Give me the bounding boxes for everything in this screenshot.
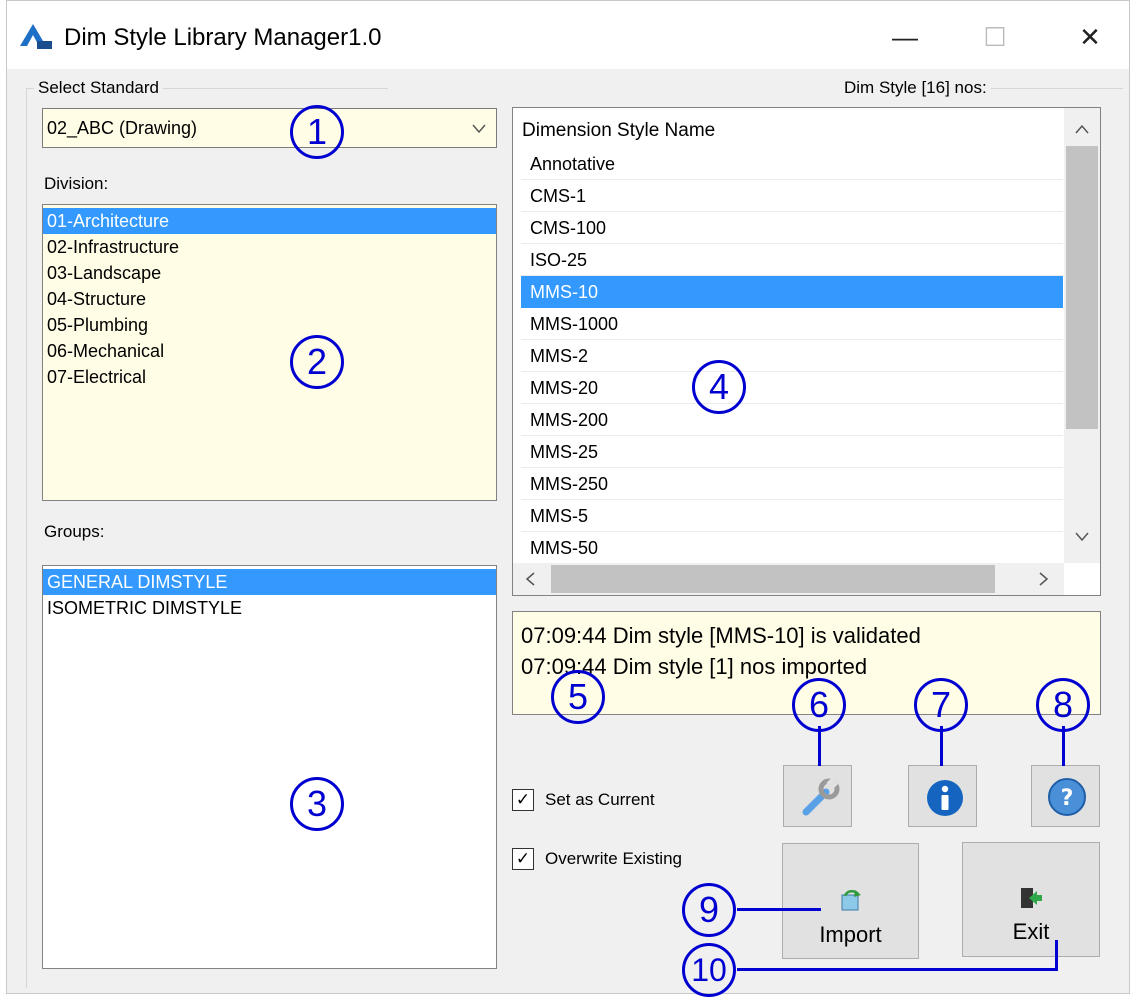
log-line: 07:09:44 Dim style [1] nos imported [521,654,868,679]
scroll-down-icon[interactable] [1075,532,1089,542]
info-icon [927,780,963,816]
division-label: Division: [44,174,109,193]
callout-line-10-vertical [1055,940,1058,971]
callout-4: 4 [692,360,746,414]
exit-label: Exit [1012,919,1050,944]
dim-style-row[interactable]: ISO-25 [521,244,1063,276]
app-logo-icon [20,24,52,49]
callout-line-7 [940,726,943,766]
set-current-label[interactable]: Set as Current [545,790,655,810]
dim-style-row[interactable]: MMS-250 [521,468,1063,500]
callout-2: 2 [290,335,344,389]
window-title: Dim Style Library Manager1.0 [64,24,382,51]
dim-style-row[interactable]: Annotative [521,148,1063,180]
groups-label: Groups: [44,522,105,541]
import-button[interactable]: Import [782,843,919,959]
maximize-button[interactable]: ☐ [975,20,1015,54]
column-header-name[interactable]: Dimension Style Name [513,114,1060,148]
exit-button[interactable]: Exit [962,842,1100,957]
callout-6: 6 [792,678,846,732]
standard-combobox[interactable]: 02_ABC (Drawing) [42,108,497,148]
callout-line-9 [737,908,821,911]
help-button[interactable]: ? [1031,765,1100,827]
vertical-scroll-thumb[interactable] [1066,146,1098,429]
dim-style-row[interactable]: CMS-1 [521,180,1063,212]
vertical-scrollbar[interactable] [1064,108,1100,563]
standard-combobox-value: 02_ABC (Drawing) [47,118,198,138]
groups-listbox[interactable]: GENERAL DIMSTYLE ISOMETRIC DIMSTYLE [42,565,497,969]
callout-line-6 [818,726,821,766]
dim-style-count-label: Dim Style [16] nos: [840,78,991,98]
wrench-icon [802,778,840,816]
callout-8: 8 [1036,678,1090,732]
dim-style-row[interactable]: MMS-20 [521,372,1063,404]
overwrite-label[interactable]: Overwrite Existing [545,849,682,869]
division-item[interactable]: 05-Plumbing [43,312,496,338]
horizontal-scroll-thumb[interactable] [551,565,995,593]
close-button[interactable]: ✕ [1070,20,1110,54]
division-item[interactable]: 03-Landscape [43,260,496,286]
dim-style-row[interactable]: MMS-1000 [521,308,1063,340]
overwrite-checkbox[interactable]: ✓ [512,848,534,870]
callout-7: 7 [914,678,968,732]
settings-button[interactable] [783,765,852,827]
log-line: 07:09:44 Dim style [MMS-10] is validated [521,623,921,648]
division-item[interactable]: 01-Architecture [43,208,496,234]
dim-style-row[interactable]: CMS-100 [521,212,1063,244]
dim-style-row[interactable]: MMS-50 [521,532,1063,563]
import-label: Import [819,922,882,947]
callout-10: 10 [682,943,736,997]
info-button[interactable] [908,765,977,827]
svg-text:?: ? [1061,786,1074,811]
help-icon: ? [1048,778,1086,816]
callout-1: 1 [290,105,344,159]
division-item[interactable]: 04-Structure [43,286,496,312]
callout-9: 9 [682,883,736,937]
group-item[interactable]: GENERAL DIMSTYLE [43,569,496,595]
division-listbox[interactable]: 01-Architecture 02-Infrastructure 03-Lands… [42,204,497,501]
dim-style-row[interactable]: MMS-200 [521,404,1063,436]
dim-style-row[interactable]: MMS-2 [521,340,1063,372]
callout-line-8 [1062,726,1065,766]
scroll-up-icon[interactable] [1075,124,1089,134]
dim-style-row[interactable]: MMS-5 [521,500,1063,532]
scroll-right-icon[interactable] [1039,572,1049,586]
exit-icon [1021,888,1042,908]
scroll-left-icon[interactable] [525,572,535,586]
callout-5: 5 [551,670,605,724]
minimize-button[interactable]: — [885,20,925,54]
set-current-checkbox[interactable]: ✓ [512,789,534,811]
group-item[interactable]: ISOMETRIC DIMSTYLE [43,595,496,621]
division-item[interactable]: 02-Infrastructure [43,234,496,260]
dim-style-row[interactable]: MMS-10 [521,276,1063,308]
chevron-down-icon [472,124,486,134]
division-item[interactable]: 07-Electrical [43,364,496,390]
callout-line-10 [737,968,1058,971]
dim-style-row[interactable]: MMS-25 [521,436,1063,468]
import-icon [841,890,861,911]
division-item[interactable]: 06-Mechanical [43,338,496,364]
horizontal-scrollbar[interactable] [513,563,1064,595]
dim-style-listview[interactable]: Dimension Style Name Annotative CMS-1 CMS-… [512,107,1101,596]
callout-3: 3 [290,777,344,831]
select-standard-label: Select Standard [34,78,163,98]
